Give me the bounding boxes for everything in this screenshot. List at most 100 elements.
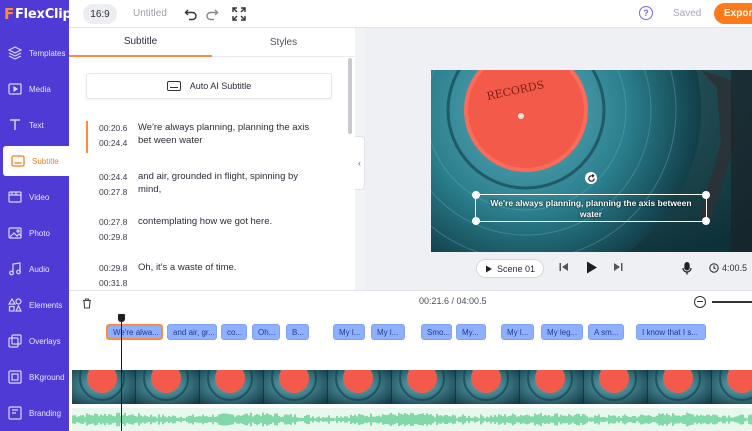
audio-track[interactable] xyxy=(72,408,752,431)
sidebar-item-audio[interactable]: Audio xyxy=(0,254,69,284)
auto-ai-subtitle-button[interactable]: Auto AI Subtitle xyxy=(86,73,332,99)
trash-icon[interactable] xyxy=(82,296,92,314)
subtitle-clip[interactable]: We're alwa... xyxy=(106,324,163,340)
subtitle-times: 00:27.8 00:29.8 xyxy=(99,215,127,245)
sidebar-item-label: Subtitle xyxy=(32,156,59,166)
undo-icon[interactable] xyxy=(183,6,199,22)
subtitle-clip[interactable]: Smo... xyxy=(421,324,452,340)
subtitle-clip[interactable]: I know that I s... xyxy=(636,324,706,340)
sidebar-item-subtitle[interactable]: Subtitle xyxy=(3,146,69,176)
next-icon[interactable] xyxy=(613,262,623,275)
tab-styles[interactable]: Styles xyxy=(212,28,355,57)
scene-label: Scene 01 xyxy=(496,263,536,274)
caption-icon xyxy=(166,81,181,91)
sidebar-item-label: BKground xyxy=(29,372,65,382)
caption-overlay[interactable]: We're always planning, planning the axis… xyxy=(472,191,710,225)
subtitle-clip[interactable]: Oh... xyxy=(252,324,280,340)
subtitle-clip[interactable]: My leg... xyxy=(541,324,583,340)
subtitle-row[interactable]: 00:20.6 00:24.4 We're always planning, p… xyxy=(86,121,344,161)
zoom-out-icon[interactable] xyxy=(694,296,706,308)
subtitle-clip[interactable]: My... xyxy=(456,324,486,340)
subtitle-start[interactable]: 00:20.6 xyxy=(99,121,127,136)
background-icon xyxy=(5,370,25,384)
subtitle-times: 00:24.4 00:27.8 xyxy=(99,170,127,200)
timeline-timecode: 00:21.6 / 04:00.5 xyxy=(419,296,487,306)
sidebar-item-media[interactable]: Media xyxy=(0,74,69,104)
subtitle-clip[interactable]: My l... xyxy=(501,324,534,340)
sidebar-item-branding[interactable]: Branding xyxy=(0,398,69,428)
sidebar-item-label: Branding xyxy=(29,408,62,418)
export-button[interactable]: Export xyxy=(714,3,752,24)
subtitle-text[interactable]: We're always planning, planning the axis… xyxy=(138,121,323,147)
sidebar-item-bkground[interactable]: BKground xyxy=(0,362,69,392)
playhead[interactable] xyxy=(121,318,122,431)
resize-handle[interactable] xyxy=(702,217,710,225)
subtitle-text[interactable]: and air, grounded in flight, spinning by… xyxy=(138,170,323,196)
play-icon[interactable] xyxy=(586,261,598,277)
subtitle-times: 00:29.8 00:31.8 xyxy=(99,261,127,291)
subtitle-panel: Subtitle Styles Auto AI Subtitle 00:20.6… xyxy=(69,28,355,290)
sidebar-item-elements[interactable]: Elements xyxy=(0,290,69,320)
panel-tabs: Subtitle Styles xyxy=(69,28,355,57)
subtitle-times: 00:20.6 00:24.4 xyxy=(99,121,127,151)
subtitle-clip[interactable]: B... xyxy=(286,324,309,340)
redo-icon[interactable] xyxy=(204,6,220,22)
subtitle-clip[interactable]: and air, gr... xyxy=(167,324,217,340)
sidebar-item-label: Audio xyxy=(29,264,50,274)
fullscreen-icon[interactable] xyxy=(231,6,247,22)
logo-text: FlexClip xyxy=(14,6,72,22)
sidebar-item-video[interactable]: Video xyxy=(0,182,69,212)
layers-icon xyxy=(5,46,25,60)
help-icon[interactable]: ? xyxy=(639,6,653,20)
subtitle-end[interactable]: 00:24.4 xyxy=(99,136,127,151)
aspect-ratio-button[interactable]: 16:9 xyxy=(83,4,117,24)
video-track[interactable] xyxy=(72,370,752,404)
resize-handle[interactable] xyxy=(472,217,480,225)
top-bar: FFlexClip 16:9 Untitled ? Saved Export xyxy=(0,0,752,28)
subtitle-text[interactable]: Oh, it's a waste of time. xyxy=(138,261,323,274)
subtitle-clip[interactable]: My l... xyxy=(371,324,405,340)
resize-handle[interactable] xyxy=(472,191,480,199)
scene-selector-button[interactable]: Scene 01 xyxy=(476,259,544,278)
sidebar-item-templates[interactable]: Templates xyxy=(0,38,69,68)
sidebar-item-label: Templates xyxy=(29,48,66,58)
flexclip-logo[interactable]: F FlexClip xyxy=(0,0,72,28)
collapse-panel-button[interactable]: ‹ xyxy=(355,136,365,190)
subtitle-start[interactable]: 00:29.8 xyxy=(99,261,127,276)
sidebar-item-label: Video xyxy=(29,192,50,202)
sidebar-item-photo[interactable]: Photo xyxy=(0,218,69,248)
subtitle-row[interactable]: 00:27.8 00:29.8 contemplating how we got… xyxy=(86,215,344,255)
subtitle-row[interactable]: 00:24.4 00:27.8 and air, grounded in fli… xyxy=(86,170,344,210)
sidebar-item-label: Text xyxy=(29,120,44,130)
rotate-handle-icon[interactable] xyxy=(585,172,597,184)
clock-icon xyxy=(709,263,719,276)
tab-subtitle[interactable]: Subtitle xyxy=(69,28,212,57)
microphone-icon[interactable] xyxy=(682,262,692,278)
text-icon xyxy=(5,118,25,132)
subtitle-end[interactable]: 00:31.8 xyxy=(99,276,127,291)
subtitle-start[interactable]: 00:27.8 xyxy=(99,215,127,230)
audio-waveform xyxy=(72,412,752,427)
branding-icon xyxy=(5,406,25,420)
subtitle-end[interactable]: 00:29.8 xyxy=(99,230,127,245)
project-title[interactable]: Untitled xyxy=(133,8,167,19)
sidebar-item-overlays[interactable]: Overlays xyxy=(0,326,69,356)
zoom-slider[interactable] xyxy=(712,301,752,303)
auto-ai-label: Auto AI Subtitle xyxy=(189,81,252,91)
subtitle-end[interactable]: 00:27.8 xyxy=(99,185,127,200)
resize-handle[interactable] xyxy=(702,191,710,199)
caption-text[interactable]: We're always planning, planning the axis… xyxy=(476,195,706,220)
sidebar-item-label: Photo xyxy=(29,228,50,238)
duration-label: 4:00.5 xyxy=(722,263,748,273)
sidebar-item-text[interactable]: Text xyxy=(0,110,69,140)
media-icon xyxy=(5,82,25,96)
panel-scrollbar[interactable] xyxy=(348,58,352,134)
subtitle-start[interactable]: 00:24.4 xyxy=(99,170,127,185)
subtitle-clip[interactable]: co... xyxy=(221,324,247,340)
video-icon xyxy=(5,190,25,204)
subtitle-clip[interactable]: A sm... xyxy=(588,324,624,340)
subtitle-clip[interactable]: My l... xyxy=(333,324,365,340)
play-small-icon xyxy=(485,265,492,272)
subtitle-text[interactable]: contemplating how we got here. xyxy=(138,215,323,228)
previous-icon[interactable] xyxy=(559,262,569,275)
